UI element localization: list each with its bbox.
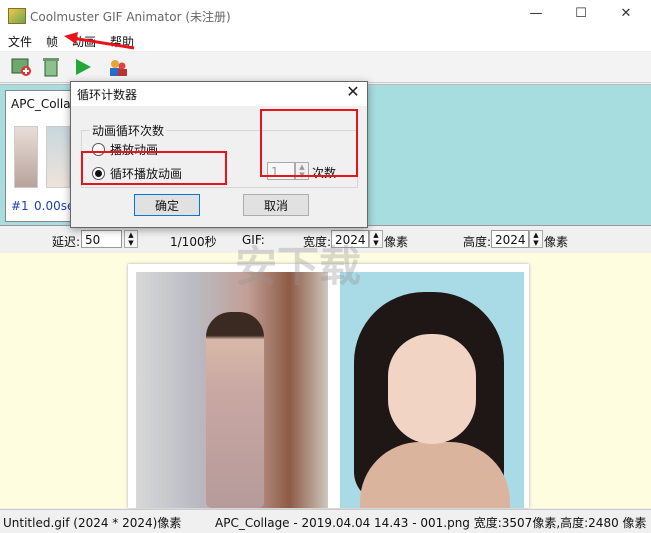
frame-time: 0.00se [34,199,75,213]
status-bar: Untitled.gif (2024 * 2024)像素 APC_Collage… [0,509,651,533]
loop-count-spinner[interactable]: ▲ ▼ [295,162,309,180]
figure-left [206,312,264,508]
frame-thumb-left [14,126,38,188]
dialog-close-button[interactable]: ✕ [344,83,362,101]
status-file: Untitled.gif (2024 * 2024)像素 [3,516,182,530]
users-icon[interactable] [107,57,129,77]
annotation-arrow [64,32,135,50]
menu-frame[interactable]: 帧 [46,33,58,50]
play-icon[interactable] [72,57,94,77]
ok-button[interactable]: 确定 [134,194,200,216]
window-title: Coolmuster GIF Animator (未注册) [30,10,231,24]
status-frame-info: APC_Collage - 2019.04.04 14.43 - 001.png… [215,516,647,530]
dialog-title: 循环计数器 [77,88,138,102]
frame-thumb-right [46,126,70,188]
loop-label[interactable]: 循环播放动画 [110,165,182,182]
height-input[interactable]: 2024 [491,230,529,248]
loop-group-title: 动画循环次数 [90,122,167,139]
loop-counter-dialog: 循环计数器 ✕ 动画循环次数 播放动画 循环播放动画 1 ▲ ▼ 次数 确定 取消 [70,81,368,228]
play-once-label[interactable]: 播放动画 [110,141,158,158]
delay-input[interactable]: 50 [81,230,122,248]
cancel-button[interactable]: 取消 [243,194,309,216]
delete-frame-icon[interactable] [40,57,62,77]
frame-thumbnail-card[interactable]: APC_Collage #1 0.00se [5,90,86,222]
play-once-radio[interactable] [92,143,105,156]
dialog-body: 动画循环次数 播放动画 循环播放动画 1 ▲ ▼ 次数 确定 取消 [71,106,367,227]
loop-radio[interactable] [92,167,105,180]
height-label: 高度: [463,235,492,249]
height-unit: 像素 [544,235,569,249]
close-button[interactable]: ✕ [611,6,641,24]
maximize-button[interactable]: ☐ [566,6,596,24]
minimize-button[interactable]: — [521,6,551,24]
delay-spinner[interactable]: ▲ ▼ [124,230,138,248]
add-frame-icon[interactable] [11,57,33,77]
delay-unit: 1/100秒 [170,235,217,249]
delay-label: 延迟: [52,235,81,249]
app-icon [8,8,26,24]
watermark: 安下载 [235,242,362,291]
photo-right [340,272,524,508]
title-bar: Coolmuster GIF Animator (未注册) — ☐ ✕ [0,0,651,31]
loop-count-input[interactable]: 1 [267,162,295,180]
face [388,334,476,444]
menu-file[interactable]: 文件 [8,33,32,50]
height-spinner[interactable]: ▲ ▼ [529,230,543,248]
toolbar [0,52,651,83]
photo-left [136,272,328,508]
frame-index: #1 [11,199,29,213]
loop-count-label: 次数 [312,166,337,180]
